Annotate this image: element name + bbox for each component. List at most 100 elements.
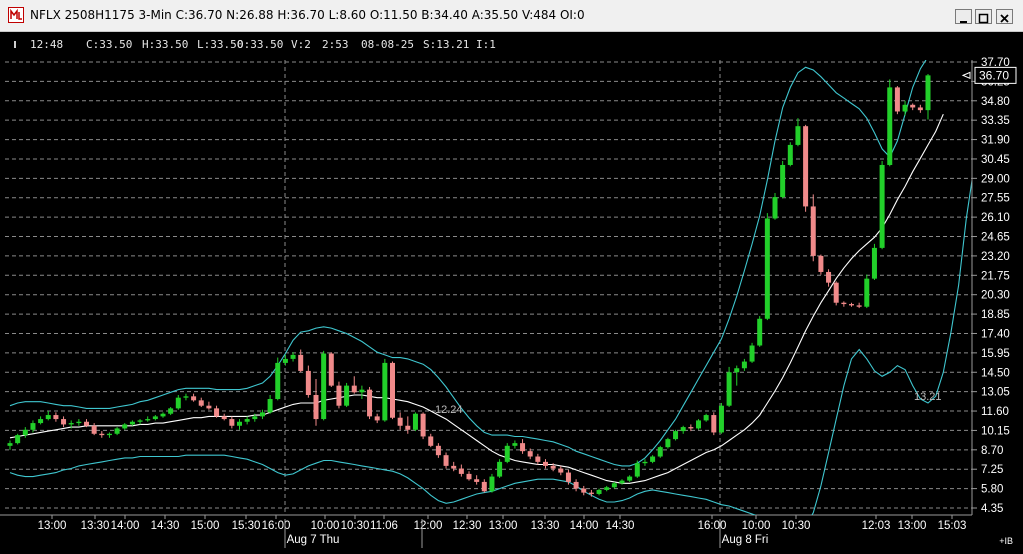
candle-body xyxy=(106,433,112,436)
candle xyxy=(780,160,786,199)
candle-body xyxy=(497,461,503,477)
time-tick-label: 13:00 xyxy=(898,520,927,532)
candle xyxy=(696,419,701,430)
time-tick-label: 12:03 xyxy=(862,520,891,532)
candle-body xyxy=(543,461,548,466)
time-tick-label: 15:03 xyxy=(938,520,967,532)
candle xyxy=(894,86,900,115)
candle xyxy=(543,459,548,469)
candle-body xyxy=(466,473,472,480)
maximize-icon xyxy=(978,13,989,24)
chart-area[interactable]: 13:00 13:30 14:00 14:30 15:00 15:30 16:00 10:00… xyxy=(0,32,1023,554)
price-chart[interactable]: 13:00 13:30 14:00 14:30 15:00 15:30 16:00 10:00… xyxy=(0,32,1023,554)
candle-body xyxy=(688,427,694,429)
candle-body xyxy=(351,385,357,393)
price-tick-label: 11.60 xyxy=(981,406,1009,418)
price-tick-label: 29.00 xyxy=(981,173,1010,185)
day-label: Aug 8 Fri xyxy=(722,534,769,546)
candle-body xyxy=(160,413,166,417)
candle-body xyxy=(673,431,679,440)
info-high: H:33.50 xyxy=(142,38,188,51)
candle-body xyxy=(99,433,105,436)
candle-body xyxy=(841,302,847,305)
candle xyxy=(15,433,21,445)
interval-tag: +IB xyxy=(999,536,1013,546)
minimize-button[interactable] xyxy=(955,9,972,24)
candle xyxy=(7,440,13,450)
candle-body xyxy=(565,472,571,482)
candle-body xyxy=(764,218,770,319)
candle xyxy=(833,281,839,306)
candle-body xyxy=(244,419,250,422)
candle xyxy=(305,365,311,398)
candle xyxy=(856,302,862,309)
candle-body xyxy=(229,419,235,426)
candle xyxy=(581,485,587,496)
candle-body xyxy=(290,354,296,359)
candle-body xyxy=(336,385,342,406)
candle xyxy=(818,254,824,275)
candle xyxy=(803,124,809,212)
candle-body xyxy=(696,420,701,429)
time-tick-label: 15:00 xyxy=(191,520,220,532)
candle-body xyxy=(642,461,648,464)
candle-body xyxy=(38,419,44,424)
candle-body xyxy=(596,489,602,494)
candle-body xyxy=(382,362,388,421)
candle xyxy=(787,142,793,167)
time-tick-label: 16:00 xyxy=(262,520,291,532)
price-tick-label: 30.45 xyxy=(981,154,1010,166)
candle xyxy=(198,397,204,408)
candle xyxy=(244,416,250,425)
candle-body xyxy=(328,353,334,386)
candle-body xyxy=(749,345,755,362)
candle xyxy=(390,361,395,420)
maximize-button[interactable] xyxy=(975,9,992,24)
candle xyxy=(267,394,273,414)
candle xyxy=(718,403,724,434)
candle xyxy=(275,357,281,401)
candle-body xyxy=(550,465,556,469)
time-tick-label: 13:30 xyxy=(81,520,110,532)
candle xyxy=(344,382,350,408)
band-upper-line xyxy=(9,60,927,467)
candle xyxy=(711,412,717,436)
candle-body xyxy=(305,370,311,395)
candle-body xyxy=(53,415,59,420)
candle xyxy=(604,485,610,492)
candle-body xyxy=(902,104,908,112)
candle-body xyxy=(520,443,526,452)
candle xyxy=(466,471,472,481)
candle xyxy=(53,412,59,422)
candle xyxy=(290,352,296,362)
time-tick-label: 10:00 xyxy=(742,520,771,532)
candle-body xyxy=(504,445,510,462)
candle xyxy=(237,419,242,430)
candle-body xyxy=(718,405,724,433)
candle-body xyxy=(849,304,854,306)
candle-body xyxy=(871,247,877,279)
candle xyxy=(168,407,174,416)
candle-body xyxy=(374,416,380,421)
time-tick-label: 16:00 xyxy=(698,520,727,532)
candle xyxy=(152,415,158,421)
candle-body xyxy=(887,87,893,165)
window-titlebar: NFLX 2508H1175 3-Min C:36.70 N:26.88 H:3… xyxy=(0,0,1023,32)
candle-body xyxy=(76,421,82,424)
info-time2: 2:53 xyxy=(322,38,349,51)
price-tick-label: 26.10 xyxy=(981,212,1010,224)
candle-body xyxy=(367,389,373,417)
candle xyxy=(535,453,541,465)
minimize-icon xyxy=(960,21,967,23)
candle-body xyxy=(214,408,220,417)
candle xyxy=(114,427,120,436)
candle-body xyxy=(15,435,21,444)
candle xyxy=(680,425,686,434)
candle xyxy=(458,464,464,477)
candle-body xyxy=(259,412,265,417)
close-button[interactable] xyxy=(996,9,1013,24)
candle-body xyxy=(665,439,671,448)
info-date: 08-08-25 xyxy=(361,38,414,51)
time-tick-label: 12:00 xyxy=(414,520,443,532)
chart-grid xyxy=(5,60,972,515)
